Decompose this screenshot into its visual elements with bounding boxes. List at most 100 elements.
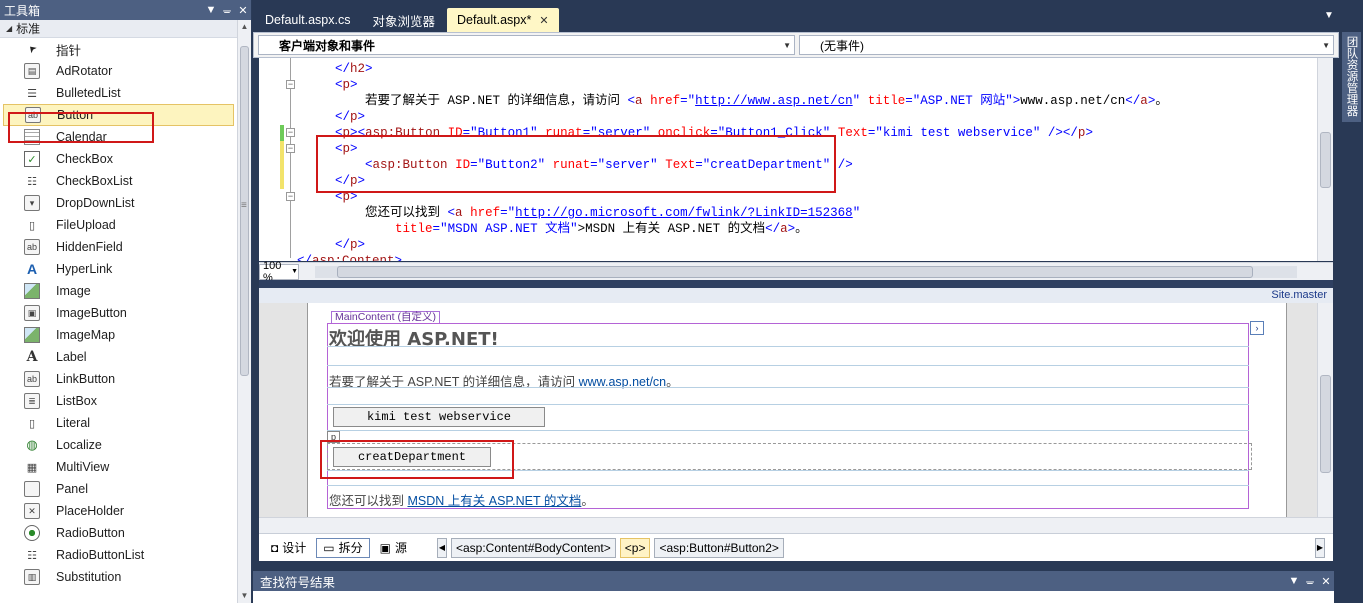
link-button-icon: ab [24, 371, 40, 387]
code-line[interactable]: 您还可以找到 <a href="http://go.microsoft.com/… [275, 205, 860, 221]
code-line[interactable]: </p> [275, 173, 365, 189]
code-line[interactable]: <p><asp:Button ID="Button1" runat="serve… [275, 125, 1093, 141]
split-view-button[interactable]: ▭ 拆分 [316, 537, 370, 558]
toolbox-item-multiview[interactable]: ▦ MultiView [0, 456, 237, 478]
pin-icon[interactable]: ᚚ [219, 4, 235, 17]
design-button-2[interactable]: creatDepartment [333, 447, 491, 467]
hyperlink-icon: A [26, 261, 38, 277]
close-icon[interactable]: ✕ [235, 4, 251, 17]
toolbox-item-linkbutton[interactable]: ab LinkButton [0, 368, 237, 390]
paragraph-text: 。 [581, 494, 594, 508]
toolbox-item-button[interactable]: ab Button [3, 104, 234, 126]
zoom-combo[interactable]: 100 % ▼ [259, 260, 299, 284]
dropdown-arrow-icon: ▼ [783, 40, 791, 50]
design-heading: 欢迎使用 ASP.NET! [329, 329, 499, 350]
dropdown-icon[interactable]: ▼ [203, 4, 219, 16]
toolbox-item-adrotator[interactable]: ▤ AdRotator [0, 60, 237, 82]
client-objects-combo[interactable]: 客户端对象和事件 ▼ [258, 35, 795, 55]
toolbox-item-bulletedlist[interactable]: ☰ BulletedList [0, 82, 237, 104]
toolbox-item-calendar[interactable]: Calendar [0, 126, 237, 148]
crumb-content[interactable]: <asp:Content#BodyContent> [450, 537, 616, 558]
calendar-icon [24, 129, 40, 145]
design-vertical-scrollbar[interactable] [1317, 303, 1333, 517]
crumb-p[interactable]: <p> [619, 537, 651, 558]
toolbox-item-hyperlink[interactable]: A HyperLink [0, 258, 237, 280]
code-line[interactable]: </h2> [275, 61, 373, 77]
toolbox-item-checkbox[interactable]: ✓ CheckBox [0, 148, 237, 170]
dropdown-list-icon: ▾ [24, 195, 40, 211]
crumb-right-arrow-icon[interactable]: ▶ [1315, 537, 1325, 558]
toolbox-group-standard[interactable]: ◢ 标准 [0, 20, 237, 38]
code-line[interactable]: </asp:Content> [297, 253, 402, 261]
toolbox-item-image[interactable]: Image [0, 280, 237, 302]
toolbox-item-imagebutton[interactable]: ▣ ImageButton [0, 302, 237, 324]
dropdown-icon[interactable]: ▼ [1286, 575, 1302, 587]
code-horizontal-scrollbar[interactable] [315, 266, 1297, 278]
close-icon[interactable]: ✕ [539, 14, 548, 27]
toolbox-item-imagemap[interactable]: ImageMap [0, 324, 237, 346]
code-line[interactable]: title="MSDN ASP.NET 文档">MSDN 上有关 ASP.NET… [275, 221, 808, 237]
code-vertical-scrollbar[interactable] [1317, 58, 1333, 261]
scroll-up-icon[interactable]: ▲ [238, 20, 251, 34]
toolbox-item-radiobutton[interactable]: RadioButton [0, 522, 237, 544]
toolbox-scrollbar[interactable]: ▲ ≡ ▼ [237, 20, 251, 603]
toolbox-item-radiobuttonlist[interactable]: ☷ RadioButtonList [0, 544, 237, 566]
crumb-button2[interactable]: <asp:Button#Button2> [654, 537, 784, 558]
toolbox-item-substitution[interactable]: ▥ Substitution [0, 566, 237, 588]
toolbox-item-label: CheckBoxList [56, 174, 133, 188]
code-line[interactable]: </p> [275, 237, 365, 253]
scroll-down-icon[interactable]: ▼ [238, 589, 251, 603]
code-line[interactable]: <p> [275, 77, 358, 93]
tab-object-browser[interactable]: 对象浏览器 [362, 8, 445, 32]
toolbox-item-hiddenfield[interactable]: ab HiddenField [0, 236, 237, 258]
toolbox-item-checkboxlist[interactable]: ☷ CheckBoxList [0, 170, 237, 192]
paragraph-text: 您还可以找到 [329, 494, 408, 508]
tab-default-aspx-cs[interactable]: Default.aspx.cs [255, 8, 360, 32]
split-divider[interactable] [259, 280, 1333, 288]
hidden-field-icon: ab [24, 239, 40, 255]
tab-default-aspx[interactable]: Default.aspx* ✕ [446, 8, 559, 32]
toolbox-item-panel[interactable]: Panel [0, 478, 237, 500]
source-code-editor[interactable]: − − − − </h2> <p> 若要了解关于 ASP.NET 的详细信息，请访问 … [259, 58, 1333, 261]
toolbox-item-listbox[interactable]: ≣ ListBox [0, 390, 237, 412]
close-icon[interactable]: ✕ [1318, 575, 1334, 588]
design-view-button[interactable]: ◘ 设计 [265, 538, 312, 558]
toolbox-item-dropdownlist[interactable]: ▾ DropDownList [0, 192, 237, 214]
toolbox-item-placeholder[interactable]: ✕ PlaceHolder [0, 500, 237, 522]
scroll-thumb[interactable] [337, 266, 1253, 278]
events-combo[interactable]: (无事件) ▼ [799, 35, 1334, 55]
dropdown-arrow-icon: ▼ [291, 268, 298, 275]
design-button-1[interactable]: kimi test webservice [333, 407, 545, 427]
toolbox-item-fileupload[interactable]: ▯ FileUpload [0, 214, 237, 236]
toolbox-item-localize[interactable]: ◍ Localize [0, 434, 237, 456]
p-element-tag[interactable]: p [327, 431, 340, 443]
code-line[interactable]: </p> [275, 109, 365, 125]
toolbox-item-label: Panel [56, 482, 88, 496]
smart-tag-chevron-icon[interactable]: › [1250, 321, 1264, 335]
code-line[interactable]: <p> [275, 189, 358, 205]
scroll-thumb[interactable] [1320, 132, 1331, 188]
navigation-bar: 客户端对象和事件 ▼ (无事件) ▼ [253, 32, 1339, 58]
design-header: Site.master [259, 288, 1333, 303]
code-line[interactable]: <p> [275, 141, 358, 157]
scroll-thumb[interactable] [1320, 375, 1331, 473]
design-view-icon: ◘ [271, 540, 279, 555]
scroll-thumb[interactable] [240, 46, 249, 376]
code-line[interactable]: <asp:Button ID="Button2" runat="server" … [275, 157, 853, 173]
block-divider [327, 485, 1249, 486]
design-link-msdn[interactable]: MSDN 上有关 ASP.NET 的文档 [407, 494, 581, 508]
design-horizontal-scrollbar[interactable] [259, 517, 1333, 533]
toolbox-item-literal[interactable]: ▯ Literal [0, 412, 237, 434]
placeholder-icon: ✕ [24, 503, 40, 519]
toolbox-item-label[interactable]: A Label [0, 346, 237, 368]
pin-icon[interactable]: ᚚ [1302, 575, 1318, 588]
design-surface[interactable]: MainContent (自定义) › 欢迎使用 ASP.NET! 若要了解关于… [259, 303, 1333, 517]
code-line[interactable]: 若要了解关于 ASP.NET 的详细信息，请访问 <a href="http:/… [275, 93, 1168, 109]
toolbox-item-pointer[interactable]: ➤ 指针 [0, 38, 237, 60]
team-explorer-tab[interactable]: 团队资源管理器 [1342, 32, 1361, 122]
tab-list-dropdown-icon[interactable]: ▼ [1319, 10, 1339, 30]
crumb-left-arrow-icon[interactable]: ◀ [436, 537, 447, 558]
source-view-button[interactable]: ▣ 源 [374, 538, 413, 558]
master-page-label[interactable]: Site.master [1271, 289, 1327, 301]
localize-icon: ◍ [26, 437, 38, 452]
